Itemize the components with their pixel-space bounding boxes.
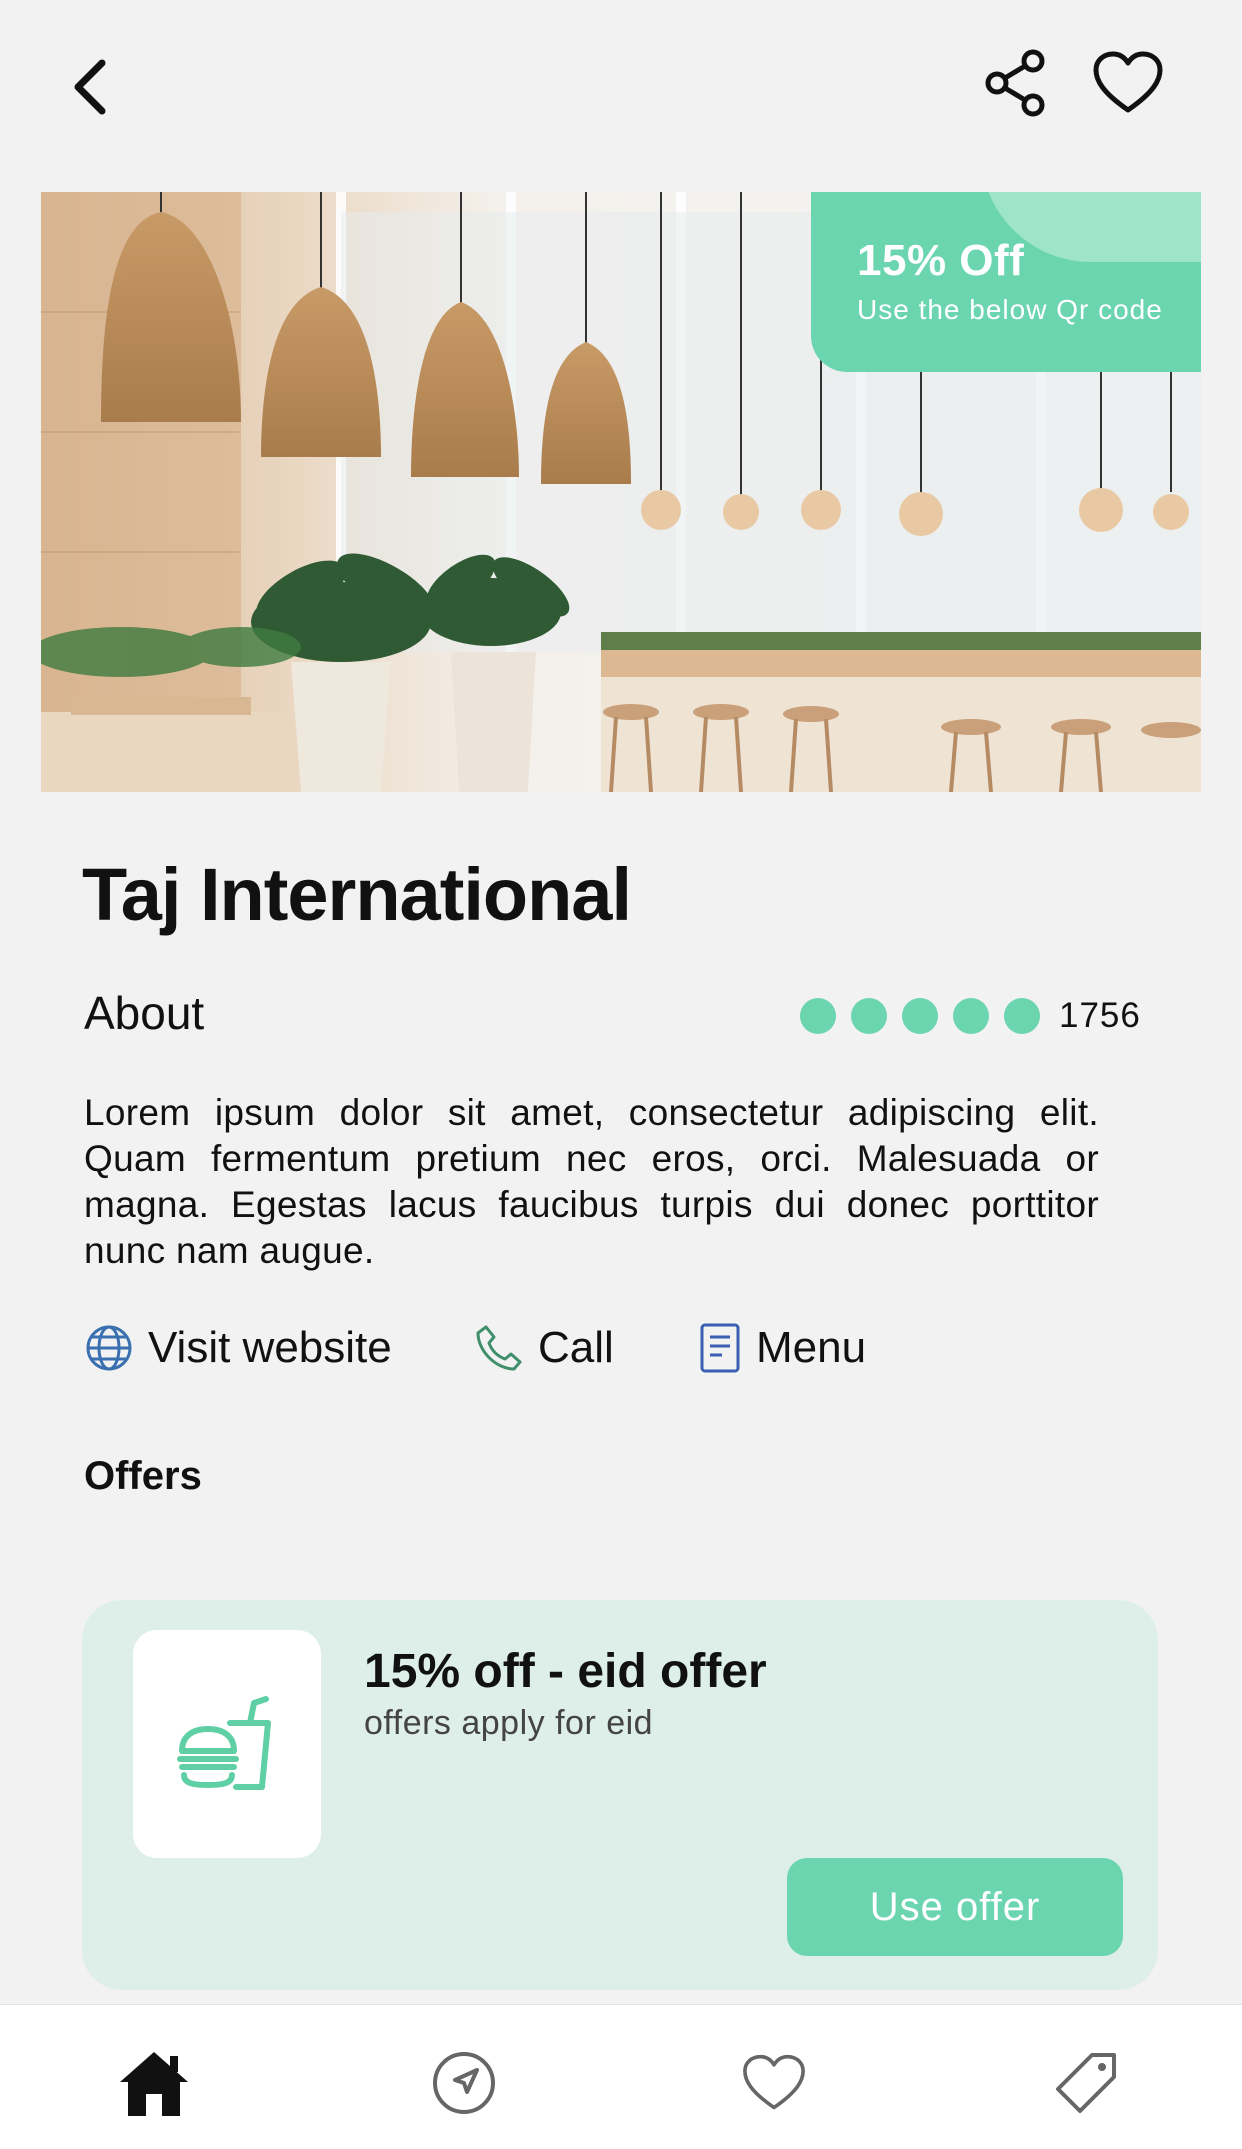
navigation-icon: [433, 2052, 495, 2114]
menu-label: Menu: [756, 1323, 867, 1372]
heart-outline-icon: [1093, 51, 1163, 113]
badge-subtitle: Use the below Qr code: [857, 294, 1163, 325]
restaurant-hero-image: 15% Off Use the below Qr code: [41, 192, 1201, 792]
offer-card: 15% off - eid offer offers apply for eid…: [82, 1600, 1158, 1990]
call-link[interactable]: Call: [474, 1323, 684, 1373]
share-button[interactable]: [980, 44, 1052, 122]
offer-title: 15% off - eid offer: [364, 1645, 767, 1698]
menu-document-icon: [700, 1323, 740, 1373]
rating: 1756: [800, 996, 1141, 1036]
tag-icon: [1056, 2053, 1116, 2113]
rating-dot: [851, 998, 887, 1034]
restaurant-name: Taj International: [82, 853, 632, 936]
discount-badge: 15% Off Use the below Qr code: [811, 192, 1201, 372]
nav-home[interactable]: [114, 2043, 194, 2123]
favorite-button[interactable]: [1088, 44, 1168, 122]
nav-explore[interactable]: [424, 2043, 504, 2123]
phone-icon: [476, 1325, 522, 1371]
visit-website-link[interactable]: Visit website: [84, 1323, 454, 1373]
heart-icon: [743, 2054, 805, 2110]
visit-website-label: Visit website: [148, 1323, 392, 1372]
offers-heading: Offers: [84, 1454, 202, 1498]
badge-title: 15% Off: [857, 236, 1025, 285]
share-icon: [985, 49, 1045, 117]
rating-dot: [1004, 998, 1040, 1034]
rating-dot: [953, 998, 989, 1034]
chevron-left-icon: [74, 59, 106, 115]
menu-link[interactable]: Menu: [698, 1322, 866, 1374]
nav-offers[interactable]: [1046, 2043, 1126, 2123]
nav-favorites[interactable]: [734, 2043, 814, 2123]
back-button[interactable]: [60, 52, 120, 122]
offer-subtitle: offers apply for eid: [364, 1704, 654, 1742]
about-heading: About: [84, 987, 205, 1039]
home-icon: [120, 2052, 188, 2116]
call-label: Call: [538, 1323, 614, 1372]
restaurant-description: Lorem ipsum dolor sit amet, consectetur …: [84, 1092, 1099, 1271]
rating-count: 1756: [1059, 996, 1141, 1035]
use-offer-button[interactable]: Use offer: [787, 1858, 1123, 1956]
bottom-navigation: [0, 2004, 1242, 2149]
rating-dot: [800, 998, 836, 1034]
globe-icon: [86, 1325, 132, 1371]
offer-thumbnail: [133, 1630, 321, 1858]
rating-dot: [902, 998, 938, 1034]
action-links: Visit website Call Menu: [84, 1318, 866, 1378]
burger-drink-icon: [177, 1696, 271, 1790]
